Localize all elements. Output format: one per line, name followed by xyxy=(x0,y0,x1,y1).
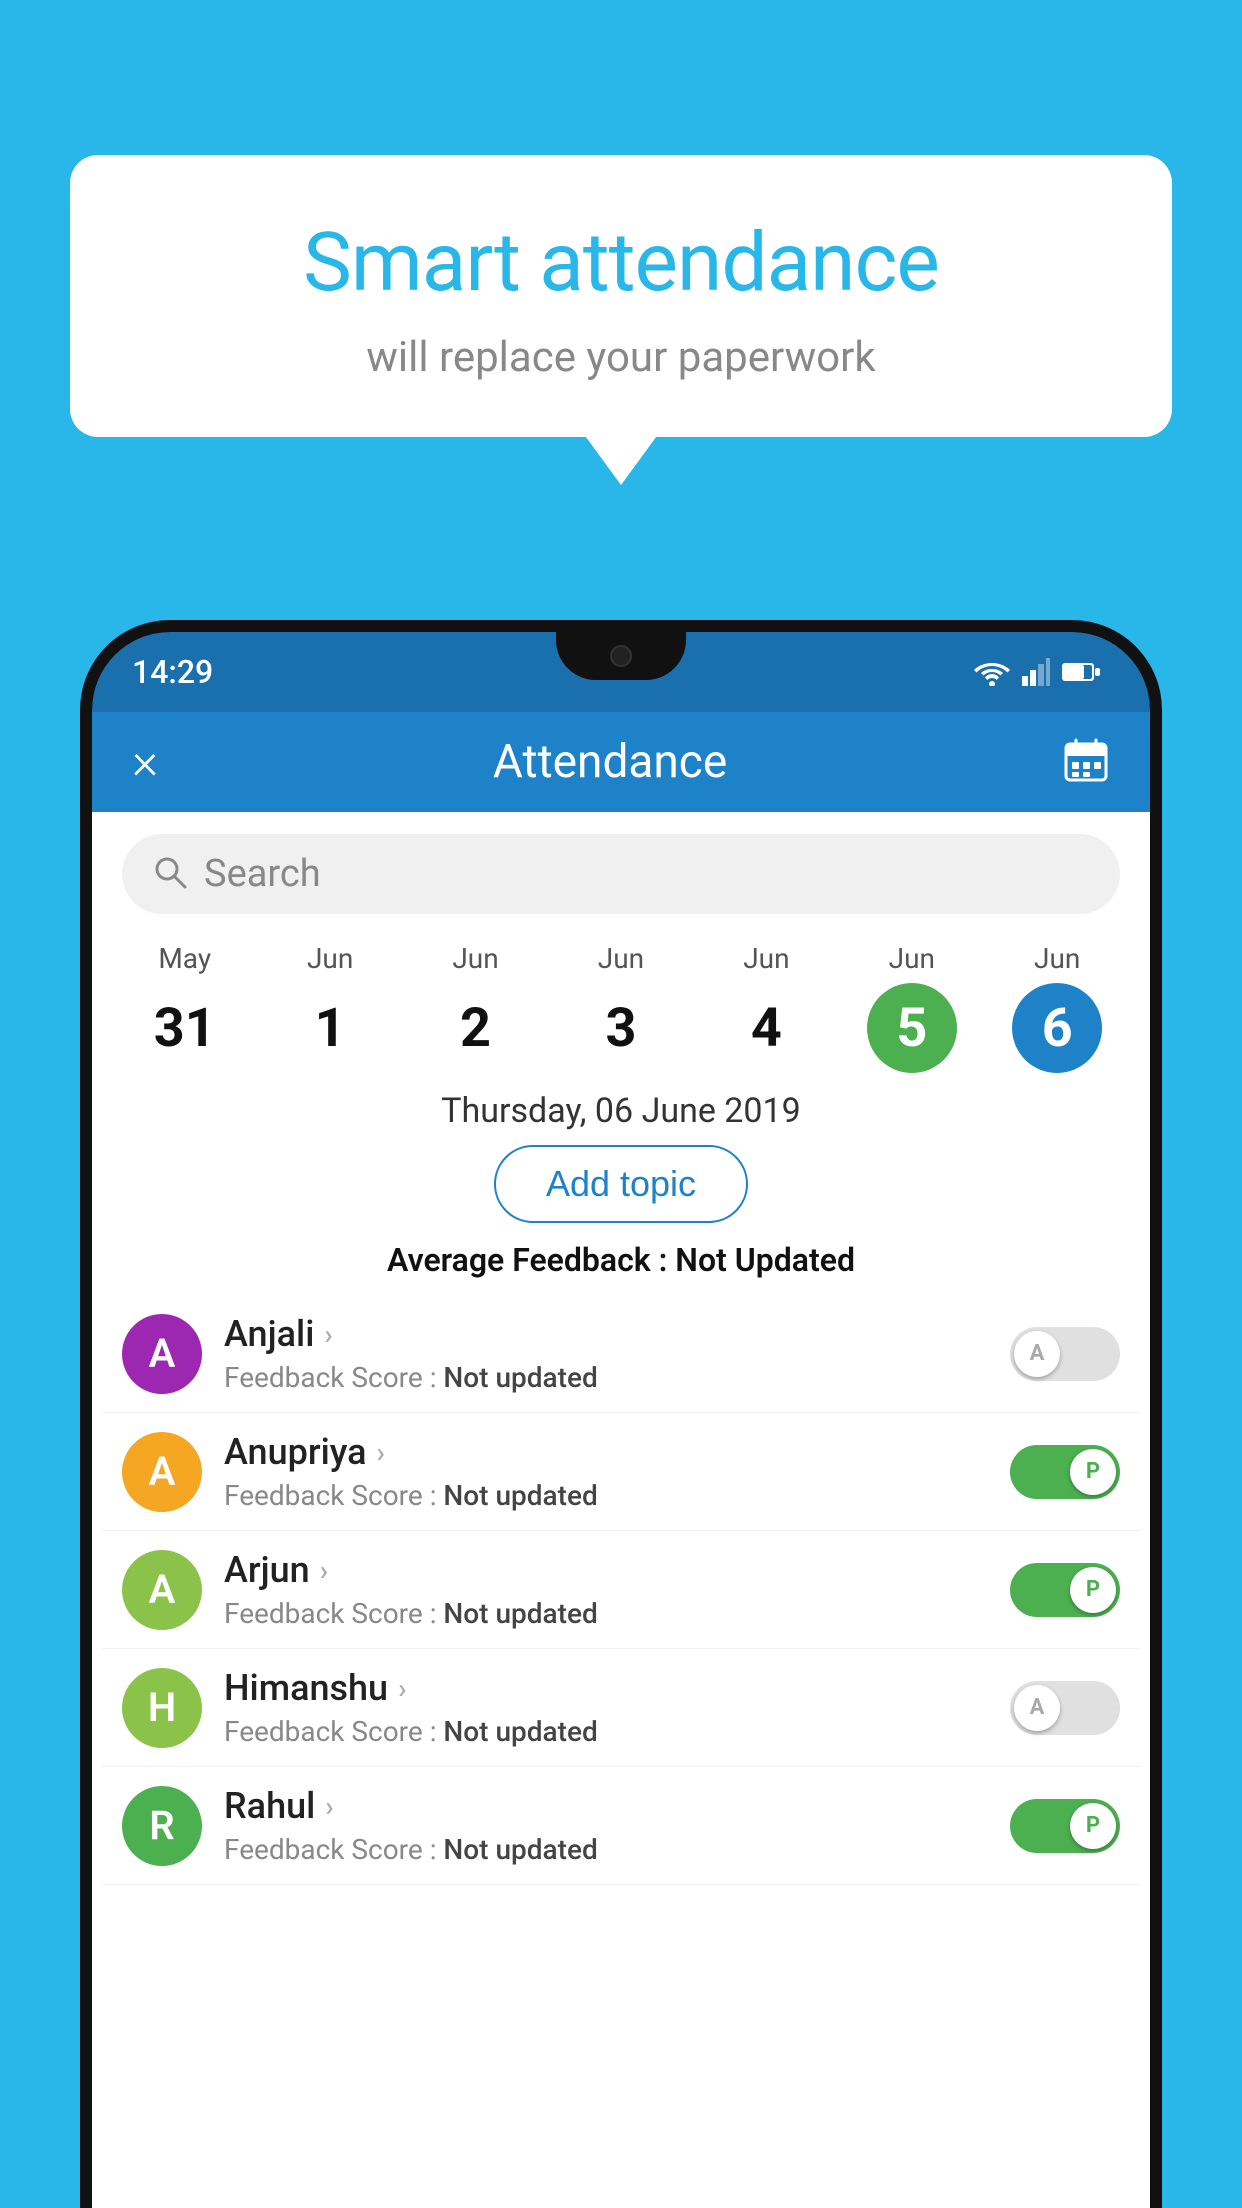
calendar-day-31[interactable]: May31 xyxy=(140,942,230,1073)
bubble-title: Smart attendance xyxy=(140,215,1102,311)
add-topic-button[interactable]: Add topic xyxy=(494,1145,748,1223)
attendance-toggle[interactable]: A xyxy=(1010,1681,1120,1735)
avg-feedback-label: Average Feedback : xyxy=(387,1241,667,1279)
search-input[interactable]: Search xyxy=(204,852,321,896)
phone-inner: 14:29 xyxy=(92,632,1150,2208)
notch xyxy=(556,632,686,680)
attendance-toggle[interactable]: A xyxy=(1010,1327,1120,1381)
selected-date: Thursday, 06 June 2019 xyxy=(92,1091,1150,1131)
attendance-toggle[interactable]: P xyxy=(1010,1799,1120,1853)
avatar: A xyxy=(122,1432,202,1512)
avatar: A xyxy=(122,1314,202,1394)
student-row[interactable]: A Anjali › Feedback Score : Not updated A xyxy=(102,1295,1140,1413)
student-feedback: Feedback Score : Not updated xyxy=(224,1361,988,1394)
attendance-toggle[interactable]: P xyxy=(1010,1563,1120,1617)
avatar: H xyxy=(122,1668,202,1748)
student-info: Anjali › Feedback Score : Not updated xyxy=(224,1313,988,1394)
status-time: 14:29 xyxy=(132,653,213,691)
avg-feedback: Average Feedback : Not Updated xyxy=(92,1241,1150,1279)
student-name: Anupriya › xyxy=(224,1431,988,1473)
signal-icon xyxy=(1022,658,1050,686)
student-info: Himanshu › Feedback Score : Not updated xyxy=(224,1667,988,1748)
student-row[interactable]: R Rahul › Feedback Score : Not updated P xyxy=(102,1767,1140,1885)
student-feedback: Feedback Score : Not updated xyxy=(224,1715,988,1748)
student-info: Arjun › Feedback Score : Not updated xyxy=(224,1549,988,1630)
calendar-day-2[interactable]: Jun2 xyxy=(431,942,521,1073)
calendar-strip: May31 Jun1 Jun2 Jun3 Jun4 Jun5 Jun6 xyxy=(92,932,1150,1073)
student-info: Rahul › Feedback Score : Not updated xyxy=(224,1785,988,1866)
avatar: R xyxy=(122,1786,202,1866)
student-name: Himanshu › xyxy=(224,1667,988,1709)
calendar-day-5[interactable]: Jun5 xyxy=(867,942,957,1073)
calendar-day-6[interactable]: Jun6 xyxy=(1012,942,1102,1073)
status-bar: 14:29 xyxy=(92,632,1150,712)
app-header: × Attendance xyxy=(92,712,1150,812)
search-bar[interactable]: Search xyxy=(122,834,1120,914)
student-name: Rahul › xyxy=(224,1785,988,1827)
bubble-subtitle: will replace your paperwork xyxy=(140,333,1102,382)
camera xyxy=(610,645,632,667)
student-info: Anupriya › Feedback Score : Not updated xyxy=(224,1431,988,1512)
search-icon xyxy=(152,854,188,894)
calendar-day-3[interactable]: Jun3 xyxy=(576,942,666,1073)
student-row[interactable]: A Anupriya › Feedback Score : Not updated P xyxy=(102,1413,1140,1531)
speech-bubble-container: Smart attendance will replace your paper… xyxy=(70,155,1172,437)
app-title: Attendance xyxy=(493,735,727,789)
student-feedback: Feedback Score : Not updated xyxy=(224,1479,988,1512)
status-icons xyxy=(974,658,1100,686)
student-feedback: Feedback Score : Not updated xyxy=(224,1597,988,1630)
wifi-icon xyxy=(974,658,1010,686)
calendar-day-4[interactable]: Jun4 xyxy=(721,942,811,1073)
student-list: AAnjali ›Feedback Score : Not updatedAAA… xyxy=(92,1295,1150,1885)
student-name: Anjali › xyxy=(224,1313,988,1355)
phone-frame: 14:29 xyxy=(80,620,1162,2208)
avg-feedback-value: Not Updated xyxy=(675,1241,855,1279)
screen-content: Search May31 Jun1 Jun2 Jun3 Jun4 Jun5 Jun6 Thu… xyxy=(92,812,1150,2208)
close-button[interactable]: × xyxy=(132,733,158,791)
calendar-day-1[interactable]: Jun1 xyxy=(285,942,375,1073)
battery-icon xyxy=(1062,661,1100,683)
student-row[interactable]: H Himanshu › Feedback Score : Not updated A xyxy=(102,1649,1140,1767)
student-name: Arjun › xyxy=(224,1549,988,1591)
calendar-icon[interactable] xyxy=(1062,736,1110,788)
avatar: A xyxy=(122,1550,202,1630)
attendance-toggle[interactable]: P xyxy=(1010,1445,1120,1499)
speech-bubble: Smart attendance will replace your paper… xyxy=(70,155,1172,437)
student-row[interactable]: A Arjun › Feedback Score : Not updated P xyxy=(102,1531,1140,1649)
student-feedback: Feedback Score : Not updated xyxy=(224,1833,988,1866)
